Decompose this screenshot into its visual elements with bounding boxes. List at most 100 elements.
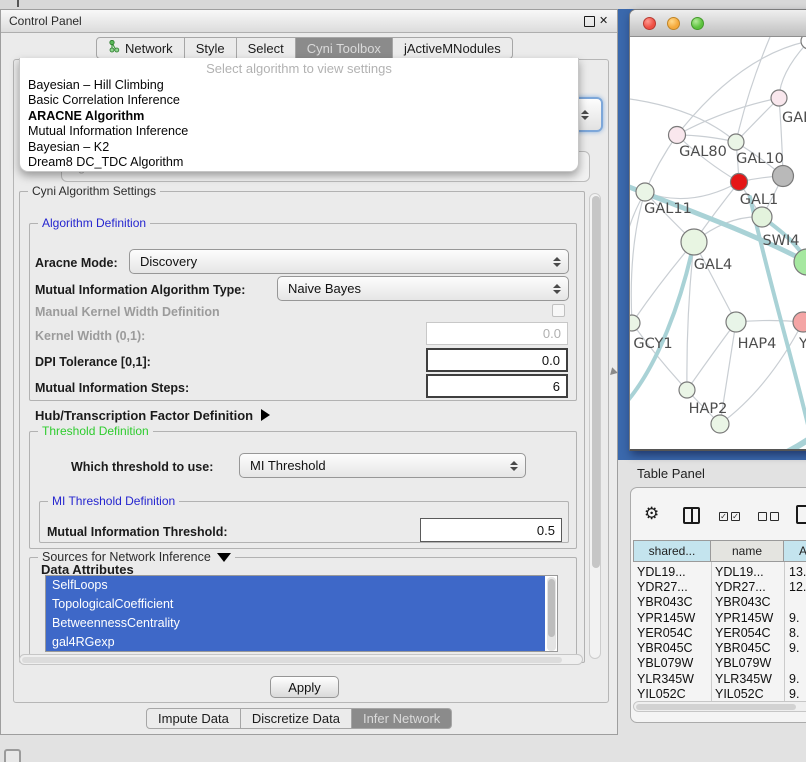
node-hap4[interactable] <box>726 312 746 332</box>
node-label: GAL80 <box>679 144 727 160</box>
node-gal80[interactable] <box>669 127 686 144</box>
node-gal10[interactable] <box>728 134 744 150</box>
deselect-all-columns-button[interactable] <box>758 512 779 521</box>
node-salmon[interactable] <box>793 312 806 332</box>
settings-scrollbar[interactable] <box>589 193 601 659</box>
dpi-tolerance-field[interactable]: 0.0 <box>426 348 568 372</box>
tab-cyni-toolbox[interactable]: Cyni Toolbox <box>296 37 393 59</box>
dropdown-item[interactable]: Mutual Information Inference <box>20 124 578 139</box>
manual-kernel-label: Manual Kernel Width Definition <box>35 305 220 319</box>
table-row[interactable]: YBL079W YBL079W <box>633 656 806 671</box>
node-gcy1[interactable] <box>630 315 640 331</box>
settings-hscrollbar-thumb[interactable] <box>22 657 562 664</box>
hub-tf-definition-label: Hub/Transcription Factor Definition <box>35 408 253 423</box>
control-panel-tabbar: Network Style Select Cyni Toolbox jActiv… <box>96 37 513 59</box>
tab-select[interactable]: Select <box>237 37 296 59</box>
hub-tf-definition-toggle[interactable]: Hub/Transcription Factor Definition <box>35 407 270 425</box>
tab-discretize-data[interactable]: Discretize Data <box>241 708 352 729</box>
node-gal1-selected[interactable] <box>731 174 748 191</box>
unchecked-box-icon <box>770 512 779 521</box>
dropdown-item[interactable]: Bayesian – Hill Climbing <box>20 78 578 93</box>
mi-type-combo[interactable]: Naive Bayes <box>277 276 569 301</box>
dropdown-item[interactable]: Bayesian – K2 <box>20 140 578 155</box>
network-canvas[interactable]: GAL GAL80 GAL10 GAL1 GAL11 SWI4 GAL4 GCY… <box>630 37 806 451</box>
table-row[interactable]: YER054C YER054C 8. <box>633 625 806 640</box>
cell-shared-name: YBL079W <box>633 656 711 670</box>
dropdown-item-selected[interactable]: ARACNE Algorithm <box>20 109 578 124</box>
mi-threshold-field[interactable]: 0.5 <box>420 518 562 542</box>
split-table-button[interactable] <box>683 507 700 524</box>
column-header-shared-name[interactable]: shared... <box>633 540 711 562</box>
cell-name: YBL079W <box>711 656 784 670</box>
node-gal4[interactable] <box>681 229 707 255</box>
node-gray[interactable] <box>773 166 794 187</box>
tab-jactivemnodules-label: jActiveMNodules <box>404 41 501 56</box>
table-hscrollbar-thumb[interactable] <box>636 704 796 711</box>
apply-button[interactable]: Apply <box>270 676 339 698</box>
node-gal[interactable] <box>771 90 787 106</box>
node-unlabeled[interactable] <box>711 415 729 433</box>
split-icon <box>691 509 693 522</box>
table-hscrollbar[interactable] <box>633 701 806 712</box>
table-row[interactable]: YBR043C YBR043C <box>633 595 806 610</box>
close-window-icon[interactable]: ✕ <box>599 14 608 27</box>
node-bright-green[interactable] <box>794 249 806 275</box>
which-threshold-combo[interactable]: MI Threshold <box>239 453 526 478</box>
new-table-button[interactable] <box>796 505 806 524</box>
mi-steps-field[interactable]: 6 <box>426 374 568 398</box>
cell-shared-name: YBR043C <box>633 595 711 609</box>
expanded-arrow-icon <box>217 553 231 562</box>
kernel-width-label: Kernel Width (0,1): <box>35 329 145 343</box>
column-header-name[interactable]: name <box>711 540 784 562</box>
collapsed-arrow-icon <box>261 409 270 421</box>
data-attributes-list[interactable]: SelfLoops TopologicalCoefficient Between… <box>45 575 558 652</box>
column-settings-button[interactable]: ⚙ <box>644 505 659 522</box>
settings-hscrollbar[interactable] <box>19 654 583 665</box>
node-unlabeled[interactable] <box>801 37 806 49</box>
zoom-window-button[interactable] <box>691 17 704 30</box>
list-scrollbar-thumb[interactable] <box>548 579 555 637</box>
table-row[interactable]: YPR145W YPR145W 9. <box>633 610 806 625</box>
node-hap2[interactable] <box>679 382 695 398</box>
tab-impute-data[interactable]: Impute Data <box>146 708 241 729</box>
dropdown-item[interactable]: Basic Correlation Inference <box>20 93 578 108</box>
close-window-button[interactable] <box>643 17 656 30</box>
table-row[interactable]: YBR045C YBR045C 9. <box>633 640 806 655</box>
tab-network[interactable]: Network <box>96 37 185 59</box>
column-header-next[interactable]: A <box>784 540 806 562</box>
tab-style-label: Style <box>196 41 225 56</box>
network-icon <box>108 40 120 56</box>
tab-style[interactable]: Style <box>185 37 237 59</box>
table-row[interactable]: YLR345W YLR345W 9. <box>633 671 806 686</box>
table-row[interactable]: YDR27... YDR27... 12... <box>633 579 806 594</box>
minimized-panel-icon[interactable] <box>4 749 21 762</box>
node-gal11[interactable] <box>636 183 654 201</box>
list-item-selected[interactable]: BetweennessCentrality <box>46 614 545 633</box>
network-window-titlebar[interactable] <box>630 10 806 37</box>
cell-value: 13... <box>784 565 806 579</box>
dropdown-item[interactable]: Dream8 DC_TDC Algorithm <box>20 155 578 170</box>
select-all-columns-button[interactable]: ✓ ✓ <box>719 512 740 521</box>
control-panel-titlebar: Control Panel ✕ <box>1 10 617 33</box>
manual-kernel-checkbox[interactable] <box>552 304 565 317</box>
table-row[interactable]: YIL052C YIL052C 9. <box>633 686 806 701</box>
tab-infer-network[interactable]: Infer Network <box>352 708 452 729</box>
cell-name: YPR145W <box>711 611 784 625</box>
node-swi4[interactable] <box>752 207 772 227</box>
settings-scrollbar-thumb[interactable] <box>592 196 600 568</box>
checked-box-icon: ✓ <box>719 512 728 521</box>
tab-jactivemnodules[interactable]: jActiveMNodules <box>393 37 513 59</box>
cell-name: YDL19... <box>711 565 784 579</box>
aracne-mode-combo[interactable]: Discovery <box>129 249 569 274</box>
which-threshold-value: MI Threshold <box>240 458 507 473</box>
dropdown-prompt: Select algorithm to view settings <box>20 58 578 78</box>
list-item-selected[interactable]: TopologicalCoefficient <box>46 595 545 614</box>
table-row[interactable]: YDL19... YDL19... 13... <box>633 564 806 579</box>
list-scrollbar[interactable] <box>547 577 556 651</box>
float-window-icon[interactable] <box>584 16 595 27</box>
kernel-width-field[interactable]: 0.0 <box>426 322 568 345</box>
list-item-selected[interactable]: gal4RGexp <box>46 633 545 652</box>
minimize-window-button[interactable] <box>667 17 680 30</box>
list-item-selected[interactable]: SelfLoops <box>46 576 545 595</box>
tab-network-label: Network <box>125 41 173 56</box>
